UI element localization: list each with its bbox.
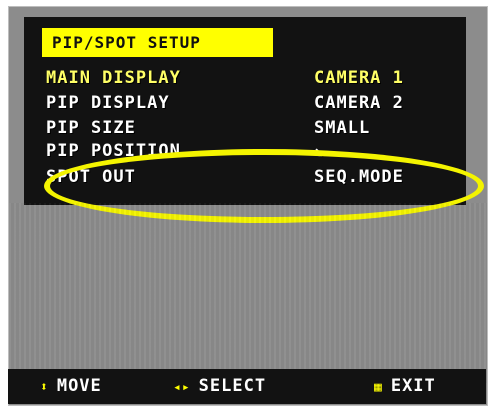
menu-title: PIP/SPOT SETUP [42, 28, 273, 57]
dvr-screen: PIP/SPOT SETUP MAIN DISPLAY CAMERA 1 PIP… [8, 6, 488, 406]
row-label: SPOT OUT [46, 167, 136, 187]
footer-select: ◂▸ SELECT [173, 369, 266, 404]
row-value[interactable]: CAMERA 2 [314, 92, 404, 114]
up-down-arrow-icon: ⬍ [40, 380, 49, 395]
row-label: PIP DISPLAY [46, 93, 170, 113]
arrow-down-right-icon[interactable]: ↘ [314, 140, 325, 162]
footer-help-bar: ⬍ MOVE ◂▸ SELECT ▦ EXIT [8, 369, 486, 404]
row-value[interactable]: CAMERA 1 [314, 67, 404, 89]
footer-select-label: SELECT [198, 376, 267, 396]
row-label: MAIN DISPLAY [46, 68, 181, 88]
footer-move-label: MOVE [56, 376, 102, 396]
menu-panel: PIP/SPOT SETUP MAIN DISPLAY CAMERA 1 PIP… [24, 17, 484, 223]
footer-exit: ▦ EXIT [374, 369, 436, 404]
row-value[interactable]: SEQ.MODE [314, 166, 404, 188]
menu-row-main-display[interactable]: MAIN DISPLAY CAMERA 1 [24, 67, 466, 89]
left-right-arrow-icon: ◂▸ [173, 380, 191, 395]
row-label: PIP SIZE [46, 118, 136, 138]
menu-row-pip-display[interactable]: PIP DISPLAY CAMERA 2 [24, 92, 466, 114]
row-label: PIP POSITION [46, 141, 181, 161]
menu-grid-icon: ▦ [374, 380, 383, 395]
menu-row-spot-out[interactable]: SPOT OUT SEQ.MODE [24, 166, 466, 188]
menu-row-pip-position[interactable]: PIP POSITION ↘ [24, 140, 466, 162]
footer-exit-label: EXIT [390, 376, 436, 396]
footer-move: ⬍ MOVE [40, 369, 102, 404]
row-value[interactable]: SMALL [314, 117, 370, 139]
menu-row-pip-size[interactable]: PIP SIZE SMALL [24, 117, 466, 139]
